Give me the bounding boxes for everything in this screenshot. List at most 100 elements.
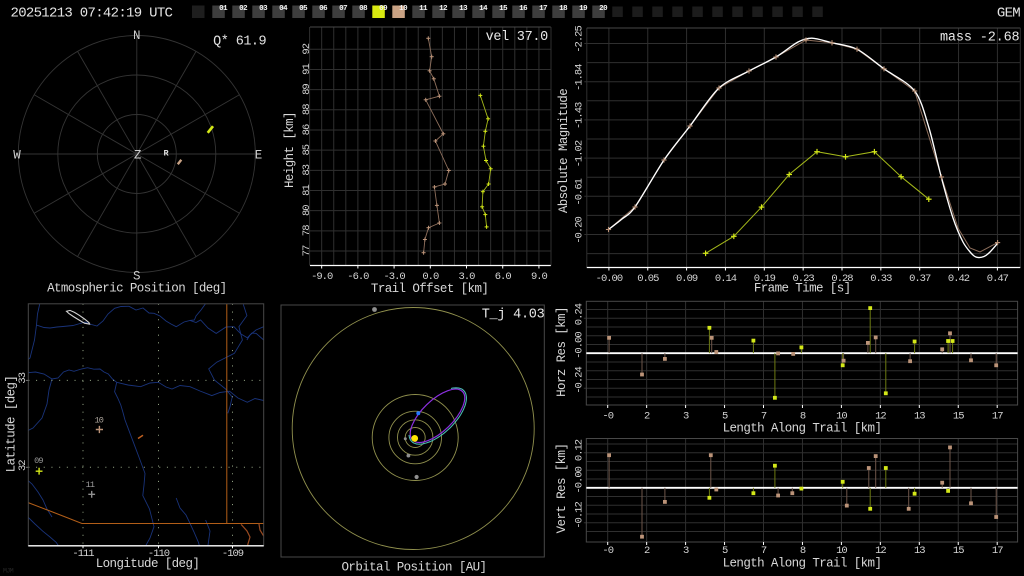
svg-text:6.0: 6.0	[495, 271, 512, 283]
svg-text:mass -2.68: mass -2.68	[940, 31, 1020, 46]
svg-text:20251213 07:42:19 UTC: 20251213 07:42:19 UTC	[11, 6, 173, 22]
svg-text:02: 02	[239, 5, 248, 13]
svg-text:11: 11	[419, 5, 428, 13]
svg-text:-0.12: -0.12	[574, 502, 586, 529]
svg-text:-111: -111	[72, 548, 94, 560]
svg-text:Length Along Trail [km]: Length Along Trail [km]	[723, 557, 882, 571]
svg-text:Frame Time [s]: Frame Time [s]	[754, 281, 851, 295]
svg-text:0.47: 0.47	[987, 273, 1009, 285]
svg-text:MJM: MJM	[3, 568, 14, 575]
svg-text:10: 10	[399, 5, 408, 13]
svg-text:12: 12	[439, 5, 448, 13]
svg-text:89: 89	[301, 84, 313, 95]
svg-text:09: 09	[379, 5, 388, 13]
svg-text:-1.43: -1.43	[574, 102, 586, 129]
svg-text:T_j 4.03: T_j 4.03	[482, 308, 545, 323]
svg-text:12: 12	[875, 545, 886, 557]
svg-text:E: E	[255, 149, 263, 163]
svg-text:11: 11	[86, 480, 95, 490]
svg-text:10: 10	[94, 416, 103, 426]
svg-text:Longitude [deg]: Longitude [deg]	[96, 557, 200, 571]
svg-text:0.42: 0.42	[948, 273, 970, 285]
svg-text:-1.84: -1.84	[574, 64, 586, 91]
svg-text:86: 86	[301, 124, 313, 135]
svg-text:-9.0: -9.0	[311, 271, 333, 283]
svg-text:0.05: 0.05	[637, 273, 659, 285]
svg-text:7: 7	[761, 545, 767, 557]
svg-text:92: 92	[301, 43, 313, 54]
svg-text:-0.00: -0.00	[574, 466, 586, 493]
svg-text:16: 16	[519, 5, 528, 13]
svg-text:9.0: 9.0	[531, 271, 548, 283]
svg-text:08: 08	[359, 5, 368, 13]
svg-text:15: 15	[953, 545, 964, 557]
svg-text:0.33: 0.33	[870, 273, 892, 285]
svg-text:-6.0: -6.0	[347, 271, 369, 283]
svg-text:20: 20	[599, 5, 608, 13]
svg-text:-0: -0	[602, 545, 613, 557]
svg-text:09: 09	[34, 456, 43, 466]
svg-text:Latitude [deg]: Latitude [deg]	[5, 376, 19, 473]
svg-text:2: 2	[644, 545, 650, 557]
svg-text:77: 77	[301, 245, 313, 256]
svg-text:0.14: 0.14	[715, 273, 737, 285]
svg-text:04: 04	[279, 5, 288, 13]
svg-text:91: 91	[301, 64, 313, 75]
svg-text:01: 01	[219, 5, 228, 13]
svg-text:W: W	[13, 149, 21, 163]
svg-text:05: 05	[299, 5, 308, 13]
svg-text:Atmospheric Position [deg]: Atmospheric Position [deg]	[47, 281, 226, 295]
svg-text:0.37: 0.37	[909, 273, 931, 285]
svg-text:-2.25: -2.25	[574, 26, 586, 53]
svg-text:Height [km]: Height [km]	[283, 112, 297, 188]
svg-text:2: 2	[644, 410, 650, 422]
svg-text:Absolute Magnitude: Absolute Magnitude	[557, 89, 571, 213]
svg-text:32: 32	[17, 460, 29, 471]
svg-text:3: 3	[683, 410, 689, 422]
svg-text:GEM: GEM	[997, 6, 1020, 22]
svg-text:-0.00: -0.00	[574, 332, 586, 359]
svg-text:Vert Res [km]: Vert Res [km]	[555, 444, 569, 534]
svg-text:13: 13	[914, 545, 925, 557]
svg-text:19: 19	[579, 5, 588, 13]
svg-text:78: 78	[301, 225, 313, 236]
svg-text:N: N	[133, 29, 141, 43]
svg-text:80: 80	[301, 205, 313, 216]
svg-text:88: 88	[301, 104, 313, 115]
svg-text:17: 17	[992, 545, 1003, 557]
svg-text:Trail Offset [km]: Trail Offset [km]	[371, 282, 488, 296]
svg-text:-109: -109	[222, 548, 244, 560]
svg-text:0.12: 0.12	[574, 439, 586, 461]
svg-text:14: 14	[479, 5, 488, 13]
svg-text:-0.20: -0.20	[574, 217, 586, 244]
svg-text:Orbital Position [AU]: Orbital Position [AU]	[342, 560, 487, 574]
svg-text:Z: Z	[134, 149, 142, 163]
svg-text:03: 03	[259, 5, 268, 13]
svg-text:0.24: 0.24	[574, 303, 586, 325]
svg-text:5: 5	[722, 545, 728, 557]
svg-text:33: 33	[17, 372, 29, 383]
svg-text:06: 06	[319, 5, 328, 13]
svg-text:-0.00: -0.00	[596, 273, 623, 285]
svg-text:17: 17	[992, 410, 1003, 422]
svg-text:-1.02: -1.02	[574, 140, 586, 167]
svg-text:-0.61: -0.61	[574, 178, 586, 205]
svg-text:8: 8	[800, 545, 806, 557]
svg-text:-0.24: -0.24	[574, 367, 586, 394]
svg-text:85: 85	[301, 144, 313, 155]
svg-text:3: 3	[683, 545, 689, 557]
svg-text:17: 17	[539, 5, 547, 13]
svg-text:vel 37.0: vel 37.0	[486, 30, 549, 45]
svg-text:13: 13	[914, 410, 925, 422]
svg-text:-0: -0	[602, 410, 613, 422]
svg-text:15: 15	[499, 5, 508, 13]
svg-text:81: 81	[301, 185, 313, 196]
svg-text:18: 18	[559, 5, 568, 13]
svg-text:15: 15	[953, 410, 964, 422]
svg-text:0.09: 0.09	[676, 273, 698, 285]
svg-text:R: R	[163, 149, 169, 159]
svg-text:07: 07	[339, 5, 347, 13]
svg-text:Horz Res [km]: Horz Res [km]	[555, 307, 569, 397]
svg-text:Q* 61.9: Q* 61.9	[213, 35, 266, 50]
svg-text:Length Along Trail [km]: Length Along Trail [km]	[723, 422, 882, 436]
